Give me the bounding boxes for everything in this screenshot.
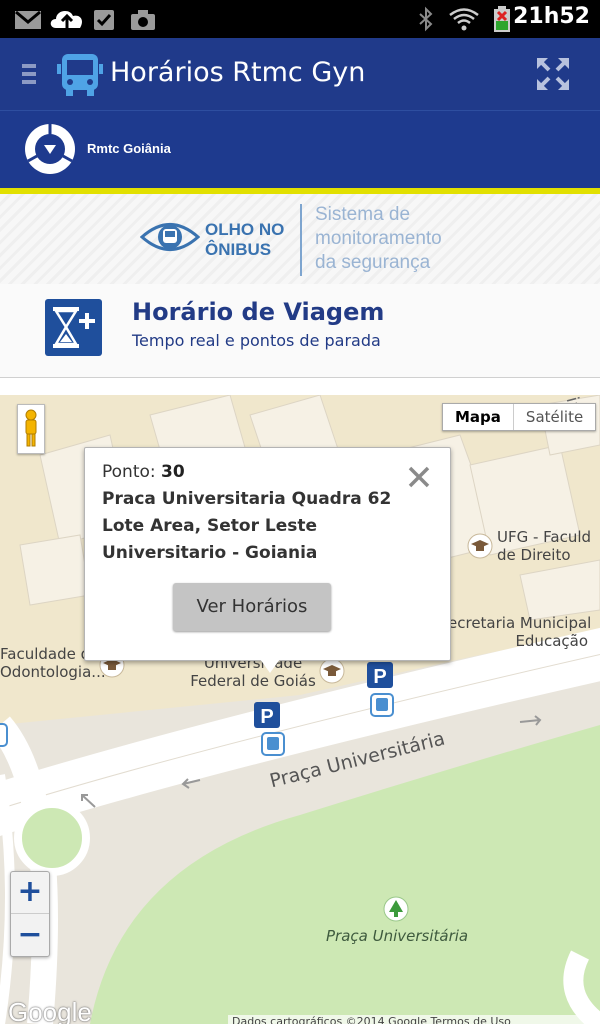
park-tree-icon[interactable] [383, 896, 409, 922]
brand-name: Rmtc Goiânia [87, 141, 171, 156]
secretaria-label: ecretaria Municipal Educação [448, 614, 592, 650]
parking-icon[interactable]: P [254, 702, 280, 732]
info-window-pointer [260, 659, 280, 673]
eye-bus-icon [140, 223, 200, 251]
banner-divider [300, 204, 302, 276]
zoom-in-button[interactable]: + [11, 872, 49, 914]
wifi-icon [449, 8, 479, 31]
odontologia-label-line-2: Odontologia... [0, 663, 106, 681]
view-schedule-button[interactable]: Ver Horários [173, 583, 331, 631]
rmtc-logo [25, 124, 75, 174]
svg-text:P: P [373, 666, 386, 688]
zoom-out-button[interactable]: − [11, 915, 49, 957]
olho-no-onibus-logo-text: OLHO NO ÔNIBUS [205, 220, 284, 260]
street-view-pegman[interactable] [17, 404, 45, 454]
stop-number: 30 [161, 462, 185, 482]
ufg-label-line-1: UFG - Faculd [497, 528, 592, 546]
zoom-control: + − [10, 871, 50, 957]
secretaria-label-line-1: ecretaria Municipal [448, 614, 592, 632]
upload-icon [50, 10, 83, 28]
battery-icon [494, 6, 510, 32]
banner-tagline: Sistema de monitoramento da segurança [315, 204, 442, 273]
logo-text-line-2: ÔNIBUS [205, 240, 272, 259]
camera-icon [131, 10, 155, 30]
google-logo: Google [8, 997, 92, 1024]
task-icon [94, 10, 114, 30]
bus-stop-icon[interactable] [0, 723, 8, 747]
status-bar: 21h52 [0, 0, 600, 38]
bluetooth-icon [419, 6, 433, 32]
clock: 21h52 [513, 4, 590, 29]
fullscreen-icon[interactable] [536, 57, 570, 91]
stop-number-line: Ponto: 30 [102, 462, 185, 482]
pegman-icon [25, 409, 37, 447]
section-title: Horário de Viagem [132, 298, 385, 326]
parking-icon[interactable]: P [367, 662, 393, 692]
close-icon[interactable] [406, 464, 432, 490]
stop-number-label: Ponto: [102, 462, 156, 482]
ufg-main-label-line-2: Federal de Goiás [190, 672, 316, 690]
park-label: Praça Universitária [326, 927, 469, 945]
school-icon[interactable] [319, 658, 345, 684]
section-header: Horário de Viagem Tempo real e pontos de… [0, 284, 600, 378]
ufg-direito-label: UFG - Faculd de Direito [497, 528, 591, 564]
brand-bar: Rmtc Goiânia [0, 110, 600, 188]
gmail-icon [15, 10, 41, 29]
map-type-satellite-button[interactable]: Satélite [514, 404, 595, 430]
map-type-toggle[interactable]: Mapa Satélite [442, 403, 597, 431]
logo-text-line-1: OLHO NO [205, 220, 285, 239]
menu-icon[interactable] [22, 64, 36, 86]
app-title: Horários Rtmc Gyn [110, 57, 366, 88]
hourglass-plus-icon [45, 299, 102, 356]
map-view[interactable]: P P UFG - Faculd de Direito ecretaria Mu… [0, 395, 600, 1024]
olho-no-onibus-banner: OLHO NO ÔNIBUS Sistema de monitoramento … [0, 194, 600, 284]
school-icon[interactable] [467, 533, 493, 559]
secretaria-label-line-2: Educação [515, 632, 588, 650]
stop-address: Praca Universitaria Quadra 62 Lote Area,… [102, 489, 392, 563]
bus-stop-icon[interactable] [261, 732, 285, 756]
stop-info-window: Ponto: 30 Praca Universitaria Quadra 62 … [84, 447, 451, 661]
bus-icon[interactable] [56, 52, 104, 98]
section-subtitle: Tempo real e pontos de parada [132, 331, 381, 350]
ufg-label-line-2: de Direito [497, 546, 571, 564]
map-type-map-button[interactable]: Mapa [443, 404, 514, 430]
map-attribution[interactable]: Dados cartográficos ©2014 Google Termos … [228, 1015, 600, 1024]
bus-stop-icon[interactable] [370, 693, 394, 717]
svg-text:P: P [260, 706, 273, 728]
app-bar: Horários Rtmc Gyn [0, 38, 600, 110]
